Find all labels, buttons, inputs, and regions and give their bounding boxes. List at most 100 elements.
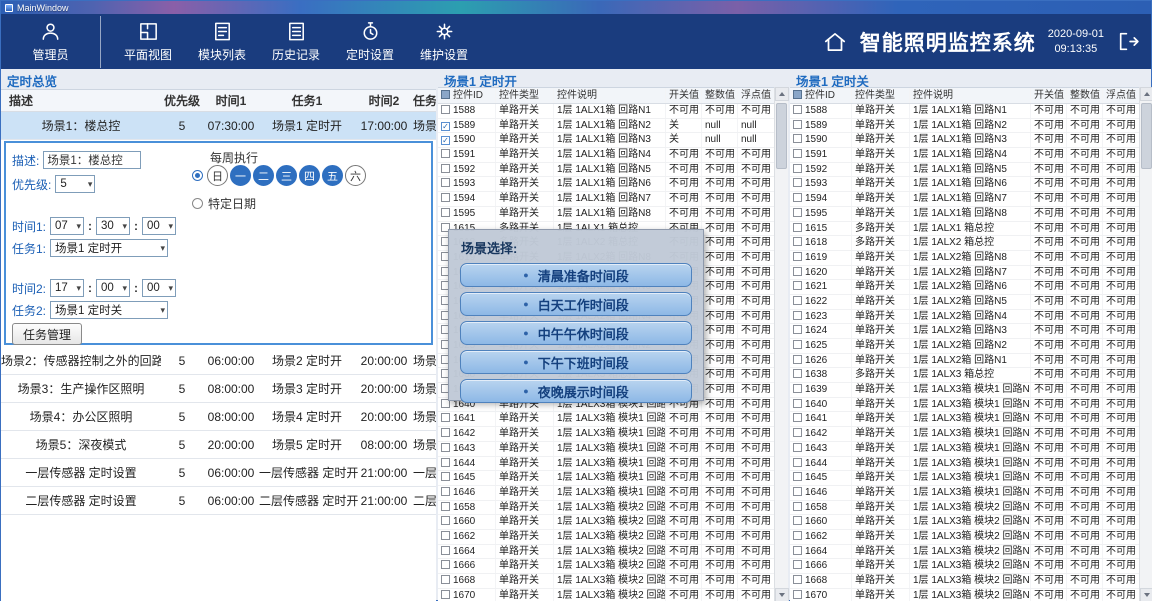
row-checkbox[interactable]: [441, 590, 450, 599]
exit-button[interactable]: [1116, 29, 1141, 54]
row-checkbox[interactable]: [793, 281, 802, 290]
scroll-thumb[interactable]: [776, 103, 787, 169]
row-checkbox[interactable]: [793, 164, 802, 173]
row-checkbox[interactable]: [793, 105, 802, 114]
row-checkbox[interactable]: ✓: [441, 136, 450, 145]
table-row[interactable]: 1640单路开关1层 1ALX3箱 模块1 回路N7不可用不可用不可用: [790, 398, 1139, 413]
row-checkbox[interactable]: [793, 575, 802, 584]
row-checkbox[interactable]: [793, 516, 802, 525]
table-row[interactable]: 1592单路开关1层 1ALX1箱 回路N5不可用不可用不可用: [438, 163, 774, 178]
table-row[interactable]: 1588单路开关1层 1ALX1箱 回路N1不可用不可用不可用: [438, 104, 774, 119]
row-checkbox[interactable]: [441, 560, 450, 569]
schedule-row[interactable]: 场景2：传感器控制之外的回路506:00:00场景2 定时开20:00:00场景: [1, 347, 436, 375]
select-all-checkbox[interactable]: [441, 90, 450, 99]
task1-select[interactable]: 场景1 定时开▾: [50, 239, 168, 257]
row-checkbox[interactable]: [793, 223, 802, 232]
table-row[interactable]: 1642单路开关1层 1ALX3箱 模块1 回路N5不可用不可用不可用: [790, 427, 1139, 442]
table-row[interactable]: 1595单路开关1层 1ALX1箱 回路N8不可用不可用不可用: [438, 207, 774, 222]
row-checkbox[interactable]: [793, 531, 802, 540]
row-checkbox[interactable]: [441, 428, 450, 437]
row-checkbox[interactable]: [441, 575, 450, 584]
row-checkbox[interactable]: [793, 487, 802, 496]
table-row[interactable]: 1643单路开关1层 1ALX3箱 模块1 回路N4不可用不可用不可用: [790, 442, 1139, 457]
row-checkbox[interactable]: [793, 120, 802, 129]
table-row[interactable]: 1590单路开关1层 1ALX1箱 回路N3不可用不可用不可用: [790, 133, 1139, 148]
row-checkbox[interactable]: [793, 590, 802, 599]
weekday-2[interactable]: 二: [253, 165, 274, 186]
table-row[interactable]: 1626单路开关1层 1ALX2箱 回路N1不可用不可用不可用: [790, 354, 1139, 369]
table-row[interactable]: 1593单路开关1层 1ALX1箱 回路N6不可用不可用不可用: [438, 177, 774, 192]
row-checkbox[interactable]: [793, 355, 802, 364]
time2-second-select[interactable]: 00▾: [142, 279, 176, 297]
table-row[interactable]: 1593单路开关1层 1ALX1箱 回路N6不可用不可用不可用: [790, 177, 1139, 192]
weekday-6[interactable]: 六: [345, 165, 366, 186]
row-checkbox[interactable]: [793, 325, 802, 334]
table-row[interactable]: 1662单路开关1层 1ALX3箱 模块2 回路N11不可用不可用不可用: [438, 530, 774, 545]
row-checkbox[interactable]: [441, 208, 450, 217]
time2-minute-select[interactable]: 00▾: [96, 279, 130, 297]
row-checkbox[interactable]: [793, 502, 802, 511]
time1-hour-select[interactable]: 07▾: [50, 217, 84, 235]
table-row[interactable]: 1625单路开关1层 1ALX2箱 回路N2不可用不可用不可用: [790, 339, 1139, 354]
row-checkbox[interactable]: [441, 458, 450, 467]
row-checkbox[interactable]: [793, 178, 802, 187]
time1-minute-select[interactable]: 30▾: [96, 217, 130, 235]
row-checkbox[interactable]: [793, 193, 802, 202]
timer-settings-button[interactable]: 定时设置: [333, 16, 407, 68]
vertical-scrollbar[interactable]: [774, 87, 788, 601]
row-checkbox[interactable]: [793, 369, 802, 378]
table-row[interactable]: 1618多路开关1层 1ALX2 箱总控不可用不可用不可用: [790, 236, 1139, 251]
vertical-scrollbar[interactable]: [1139, 87, 1152, 601]
table-row[interactable]: 1641单路开关1层 1ALX3箱 模块1 回路N6不可用不可用不可用: [438, 412, 774, 427]
maintenance-button[interactable]: 维护设置: [407, 16, 481, 68]
table-row[interactable]: 1658单路开关1层 1ALX3箱 模块2 回路N9不可用不可用不可用: [438, 501, 774, 516]
table-row[interactable]: 1624单路开关1层 1ALX2箱 回路N3不可用不可用不可用: [790, 324, 1139, 339]
table-row[interactable]: 1664单路开关1层 1ALX3箱 模块2 回路N12不可用不可用不可用: [790, 545, 1139, 560]
select-all-checkbox[interactable]: [793, 90, 802, 99]
table-row[interactable]: 1621单路开关1层 1ALX2箱 回路N6不可用不可用不可用: [790, 280, 1139, 295]
scene-period-button[interactable]: ●白天工作时间段: [460, 292, 692, 316]
row-checkbox[interactable]: [793, 340, 802, 349]
row-checkbox[interactable]: ✓: [441, 122, 450, 131]
table-row[interactable]: 1594单路开关1层 1ALX1箱 回路N7不可用不可用不可用: [438, 192, 774, 207]
row-checkbox[interactable]: [793, 399, 802, 408]
weekly-radio[interactable]: [192, 170, 203, 181]
table-row[interactable]: 1645单路开关1层 1ALX3箱 模块1 回路N2不可用不可用不可用: [790, 471, 1139, 486]
schedule-row[interactable]: 场景4：办公区照明508:00:00场景4 定时开20:00:00场景: [1, 403, 436, 431]
table-row[interactable]: 1664单路开关1层 1ALX3箱 模块2 回路N12不可用不可用不可用: [438, 545, 774, 560]
table-row[interactable]: 1668单路开关1层 1ALX3箱 模块2 回路N14不可用不可用不可用: [790, 574, 1139, 589]
table-row[interactable]: 1662单路开关1层 1ALX3箱 模块2 回路N11不可用不可用不可用: [790, 530, 1139, 545]
row-checkbox[interactable]: [793, 413, 802, 422]
table-row[interactable]: 1670单路开关1层 1ALX3箱 模块2 回路N15不可用不可用不可用: [790, 589, 1139, 601]
table-row[interactable]: 1589单路开关1层 1ALX1箱 回路N2不可用不可用不可用: [790, 119, 1139, 134]
table-row[interactable]: 1638多路开关1层 1ALX3 箱总控不可用不可用不可用: [790, 368, 1139, 383]
table-row[interactable]: 1619单路开关1层 1ALX2箱 回路N8不可用不可用不可用: [790, 251, 1139, 266]
schedule-row-selected[interactable]: 场景1：楼总控 5 07:30:00 场景1 定时开 17:00:00 场景: [1, 112, 436, 140]
row-checkbox[interactable]: [793, 267, 802, 276]
task2-select[interactable]: 场景1 定时关▾: [50, 301, 168, 319]
weekday-1[interactable]: 一: [230, 165, 251, 186]
weekday-0[interactable]: 日: [207, 165, 228, 186]
table-row[interactable]: 1642单路开关1层 1ALX3箱 模块1 回路N5不可用不可用不可用: [438, 427, 774, 442]
row-checkbox[interactable]: [441, 546, 450, 555]
table-row[interactable]: ✓1590单路开关1层 1ALX1箱 回路N3关nullnull: [438, 133, 774, 148]
table-row[interactable]: 1595单路开关1层 1ALX1箱 回路N8不可用不可用不可用: [790, 207, 1139, 222]
time2-hour-select[interactable]: 17▾: [50, 279, 84, 297]
row-checkbox[interactable]: [441, 149, 450, 158]
row-checkbox[interactable]: [793, 428, 802, 437]
row-checkbox[interactable]: [441, 178, 450, 187]
table-row[interactable]: 1588单路开关1层 1ALX1箱 回路N1不可用不可用不可用: [790, 104, 1139, 119]
row-checkbox[interactable]: [793, 311, 802, 320]
scene-period-button[interactable]: ●下午下班时间段: [460, 350, 692, 374]
table-row[interactable]: 1645单路开关1层 1ALX3箱 模块1 回路N2不可用不可用不可用: [438, 471, 774, 486]
scroll-up-button[interactable]: [775, 87, 789, 101]
specific-date-radio[interactable]: [192, 198, 203, 209]
table-row[interactable]: 1594单路开关1层 1ALX1箱 回路N7不可用不可用不可用: [790, 192, 1139, 207]
row-checkbox[interactable]: [793, 546, 802, 555]
row-checkbox[interactable]: [793, 443, 802, 452]
weekday-3[interactable]: 三: [276, 165, 297, 186]
table-row[interactable]: 1623单路开关1层 1ALX2箱 回路N4不可用不可用不可用: [790, 310, 1139, 325]
table-row[interactable]: 1615多路开关1层 1ALX1 箱总控不可用不可用不可用: [790, 222, 1139, 237]
admin-button[interactable]: 管理员: [13, 16, 101, 68]
row-checkbox[interactable]: [793, 296, 802, 305]
